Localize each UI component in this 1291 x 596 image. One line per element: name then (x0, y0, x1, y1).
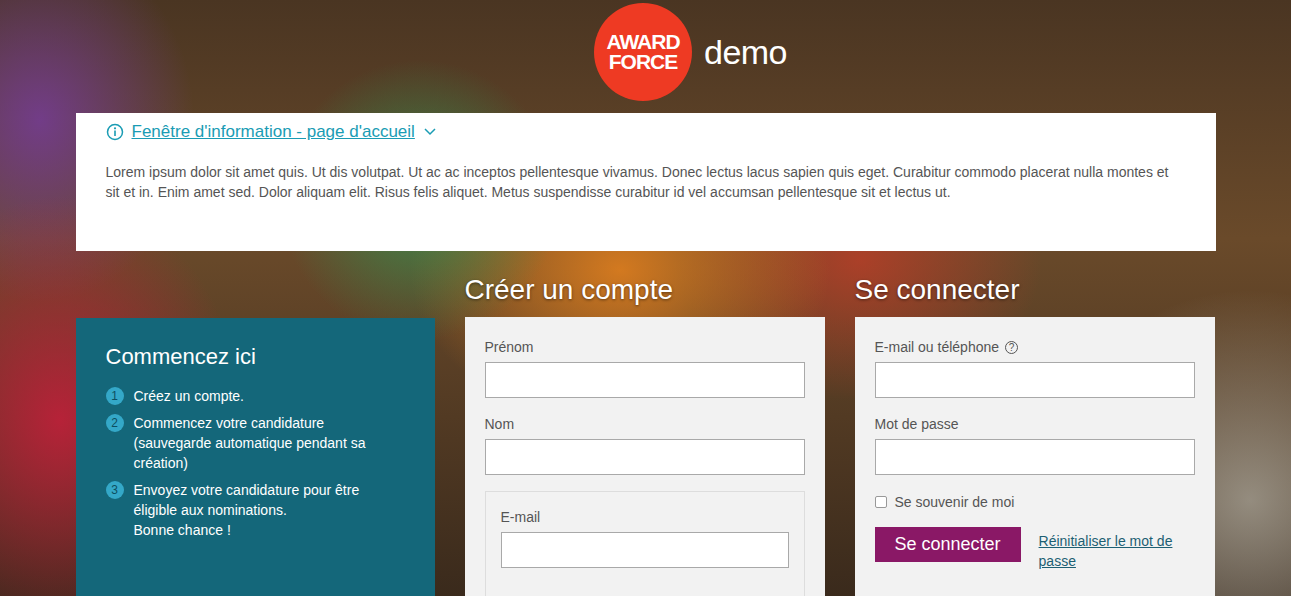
logo-suffix: demo (704, 33, 787, 72)
logo-word: FORCE (609, 52, 678, 72)
info-panel: Fenêtre d'information - page d'accueil Lo… (76, 113, 1216, 251)
field-label-text: Prénom (485, 337, 534, 357)
help-icon[interactable]: ? (1005, 341, 1018, 354)
field-label: Prénom (485, 337, 805, 357)
info-icon (106, 123, 124, 141)
step: 2 Commencez votre candidature (sauvegarde… (106, 413, 405, 473)
login-button[interactable]: Se connecter (875, 527, 1021, 562)
remember-label[interactable]: Se souvenir de moi (895, 492, 1015, 512)
chevron-down-icon (423, 125, 437, 139)
register-title: Créer un compte (465, 272, 825, 308)
step: 1 Créez un compte. (106, 386, 405, 406)
step-number: 2 (106, 414, 124, 432)
step-body: Envoyez votre candidature pour être élig… (134, 480, 405, 540)
logo: AWARDFORCE demo (594, 3, 787, 101)
field-label-text: Mot de passe (875, 414, 959, 434)
form-field: Mot de passe (875, 414, 1195, 475)
text-input[interactable] (485, 362, 805, 398)
step-text: Commencez votre candidature (sauvegarde … (134, 413, 405, 473)
main-grid: Créer un compte Se connecter Commencez ici… (76, 272, 1216, 596)
field-label-text: E-mail (501, 507, 541, 527)
remember-row[interactable]: Se souvenir de moi (875, 492, 1195, 512)
start-title: Commencez ici (106, 343, 405, 371)
step-text: Créez un compte. (134, 386, 245, 406)
step-number: 1 (106, 387, 124, 405)
logo-mark: AWARDFORCE (594, 3, 692, 101)
start-panel: Commencez ici 1 Créez un compte. 2 Commencez… (76, 318, 435, 596)
login-panel: E-mail ou téléphone? Mot de passe Se souve… (855, 317, 1215, 596)
step-list: 1 Créez un compte. 2 Commencez votre candid… (106, 386, 405, 540)
logo-word: AWARD (606, 32, 679, 52)
field-label: Nom (485, 414, 805, 434)
step-body: Créez un compte. (134, 386, 245, 406)
login-actions: Se connecter Réinitialiser le mot de pass… (875, 527, 1195, 571)
field-label: E-mail ou téléphone? (875, 337, 1195, 357)
email-group: E-mail (485, 491, 805, 596)
step-body: Commencez votre candidature (sauvegarde … (134, 413, 405, 473)
text-input[interactable] (875, 439, 1195, 475)
step: 3 Envoyez votre candidature pour être éli… (106, 480, 405, 540)
step-note: Bonne chance ! (134, 520, 405, 540)
login-title: Se connecter (855, 272, 1215, 308)
info-title[interactable]: Fenêtre d'information - page d'accueil (132, 122, 415, 142)
field-label: E-mail (501, 507, 789, 527)
form-field: Nom (485, 414, 805, 475)
info-toggle[interactable]: Fenêtre d'information - page d'accueil (106, 122, 1186, 142)
info-body: Lorem ipsum dolor sit amet quis. Ut dis … (106, 162, 1186, 202)
field-label-text: Nom (485, 414, 515, 434)
text-input[interactable] (875, 362, 1195, 398)
step-number: 3 (106, 481, 124, 499)
text-input[interactable] (485, 439, 805, 475)
form-field: E-mail ou téléphone? (875, 337, 1195, 398)
form-field: Prénom (485, 337, 805, 398)
step-text: Envoyez votre candidature pour être élig… (134, 480, 405, 520)
form-field: E-mail (501, 507, 789, 568)
register-panel: Prénom Nom E-mail (465, 317, 825, 596)
field-label-text: E-mail ou téléphone (875, 337, 1000, 357)
text-input[interactable] (501, 532, 789, 568)
reset-password-link[interactable]: Réinitialiser le mot de passe (1039, 531, 1195, 571)
remember-checkbox[interactable] (875, 496, 887, 508)
field-label: Mot de passe (875, 414, 1195, 434)
